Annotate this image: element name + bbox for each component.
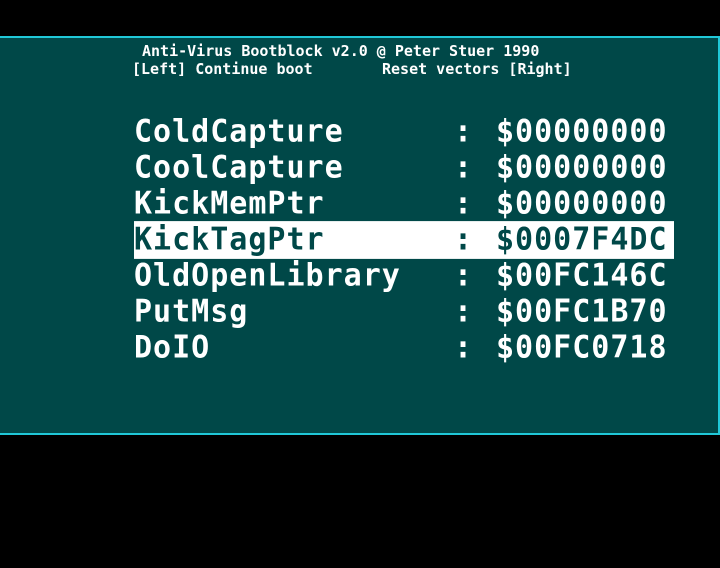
vector-value: $00000000	[496, 185, 668, 222]
vector-row-doio[interactable]: DoIO : $00FC0718	[134, 329, 674, 367]
vector-separator: :	[454, 221, 473, 258]
vector-separator: :	[454, 149, 473, 186]
vector-name: CoolCapture	[134, 149, 344, 186]
vector-name: DoIO	[134, 329, 211, 366]
vector-row-kickmemptr[interactable]: KickMemPtr : $00000000	[134, 185, 674, 223]
app-title: Anti-Virus Bootblock v2.0 @ Peter Stuer …	[142, 42, 540, 60]
vector-name: KickMemPtr	[134, 185, 325, 222]
vector-row-kicktagptr[interactable]: KickTagPtr : $0007F4DC	[134, 221, 674, 259]
screen: Anti-Virus Bootblock v2.0 @ Peter Stuer …	[0, 0, 720, 568]
vector-separator: :	[454, 257, 473, 294]
vector-row-oldopenlibrary[interactable]: OldOpenLibrary : $00FC146C	[134, 257, 674, 295]
reset-vectors-hint[interactable]: Reset vectors [Right]	[382, 60, 572, 78]
vector-name: OldOpenLibrary	[134, 257, 401, 294]
vector-value: $0007F4DC	[496, 221, 668, 258]
vector-name: KickTagPtr	[134, 221, 325, 258]
vector-value: $00000000	[496, 113, 668, 150]
vector-name: ColdCapture	[134, 113, 344, 150]
vector-row-coldcapture[interactable]: ColdCapture : $00000000	[134, 113, 674, 151]
vector-value: $00FC146C	[496, 257, 668, 294]
vector-row-coolcapture[interactable]: CoolCapture : $00000000	[134, 149, 674, 187]
vector-separator: :	[454, 293, 473, 330]
vector-separator: :	[454, 329, 473, 366]
vector-value: $00000000	[496, 149, 668, 186]
continue-boot-hint[interactable]: [Left] Continue boot	[132, 60, 313, 78]
vector-value: $00FC0718	[496, 329, 668, 366]
vector-name: PutMsg	[134, 293, 249, 330]
bootblock-panel: Anti-Virus Bootblock v2.0 @ Peter Stuer …	[0, 36, 720, 435]
vector-separator: :	[454, 113, 473, 150]
vector-separator: :	[454, 185, 473, 222]
vector-row-putmsg[interactable]: PutMsg : $00FC1B70	[134, 293, 674, 331]
vector-value: $00FC1B70	[496, 293, 668, 330]
